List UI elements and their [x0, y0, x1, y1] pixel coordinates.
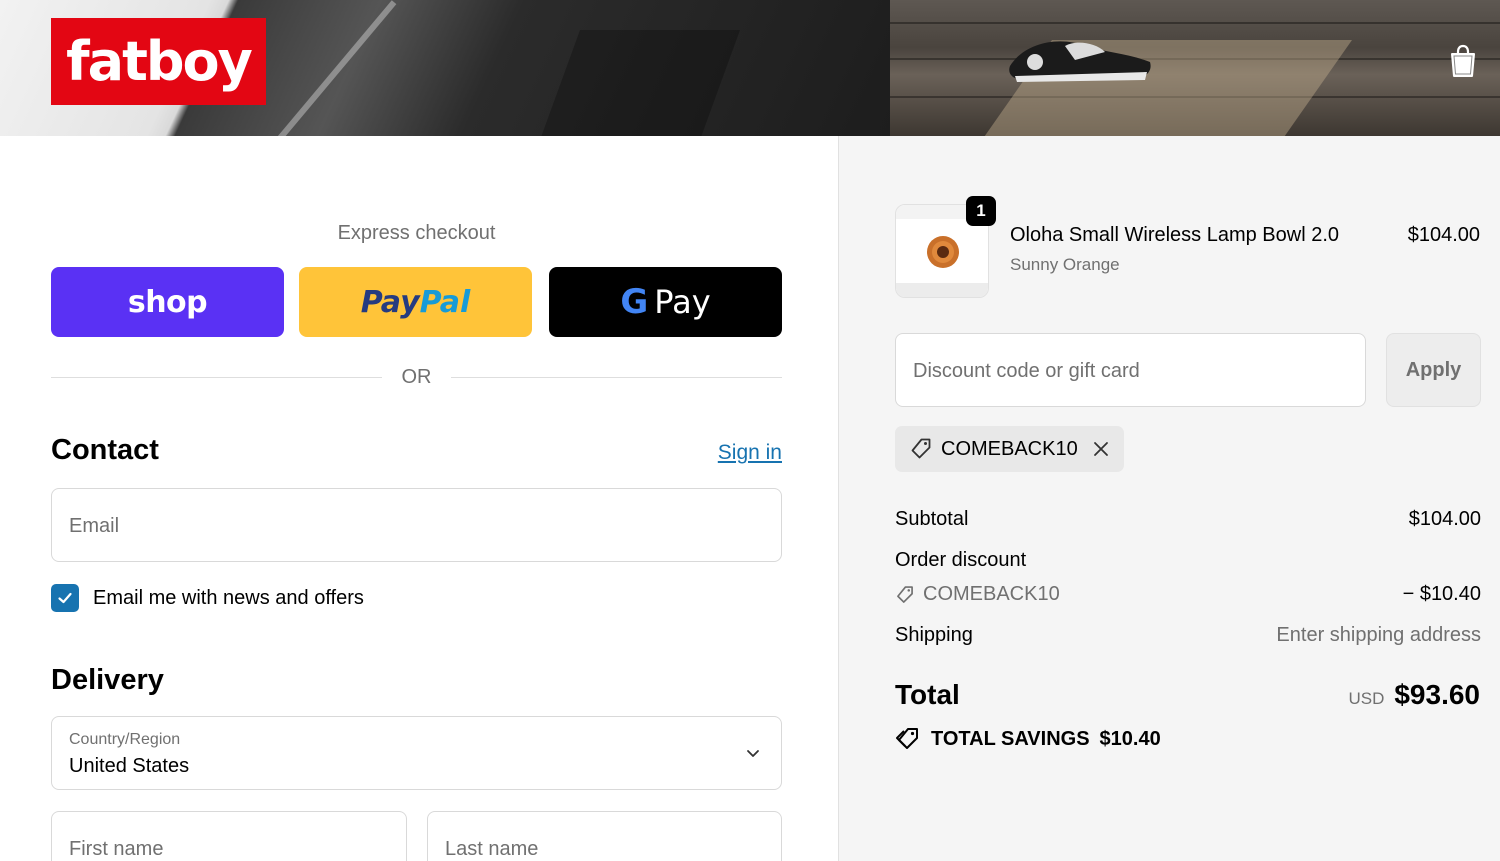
sign-in-link[interactable]: Sign in: [718, 441, 782, 465]
email-placeholder: Email: [69, 515, 120, 537]
logo-text: fatboy: [66, 30, 253, 93]
paypal-label-1: Pay: [360, 284, 420, 320]
currency-code: USD: [1348, 689, 1385, 708]
discount-code-label: COMEBACK10: [923, 583, 1060, 605]
country-label: Country/Region: [69, 731, 181, 748]
delivery-heading: Delivery: [51, 664, 164, 696]
apply-discount-button[interactable]: Apply: [1386, 333, 1481, 407]
subtotal-row: Subtotal $104.00: [895, 508, 1481, 531]
checkout-form: Express checkout shop Pay Pal G Pay OR Co…: [0, 136, 838, 861]
product-price: $104.00: [1407, 224, 1480, 246]
savings-label: TOTAL SAVINGS: [931, 727, 1090, 750]
discount-code-row: COMEBACK10 − $10.40: [895, 583, 1481, 606]
shop-pay-button[interactable]: shop: [51, 267, 284, 337]
sneaker-photo: [1009, 41, 1151, 82]
order-discount-label: Order discount: [895, 549, 1027, 571]
country-select[interactable]: Country/Region United States: [51, 716, 782, 790]
subtotal-value: $104.00: [1408, 508, 1481, 530]
email-field[interactable]: Email: [51, 488, 782, 562]
banner-image-right: [890, 0, 1500, 136]
checkmark-icon: [58, 592, 72, 604]
paypal-label-2: Pal: [419, 284, 471, 320]
savings-value: $10.40: [1099, 727, 1161, 750]
discount-code-input[interactable]: Discount code or gift card: [895, 333, 1366, 407]
first-name-field[interactable]: First name: [51, 811, 407, 861]
express-checkout-title: Express checkout: [337, 222, 496, 244]
or-divider: OR: [51, 366, 782, 390]
shipping-value: Enter shipping address: [1276, 624, 1481, 646]
or-label: OR: [401, 366, 432, 388]
contact-heading: Contact: [51, 434, 159, 466]
total-value-group: USD $93.60: [1348, 679, 1480, 711]
product-name: Oloha Small Wireless Lamp Bowl 2.0: [1010, 224, 1340, 246]
tag-icon: [897, 585, 913, 603]
shop-pay-label: shop: [127, 284, 208, 320]
chevron-down-icon: [747, 750, 759, 757]
quantity-badge: 1: [966, 196, 996, 226]
fatboy-logo[interactable]: fatboy: [51, 18, 266, 105]
google-pay-label: Pay: [654, 283, 711, 321]
order-summary: 1 Oloha Small Wireless Lamp Bowl 2.0 Sun…: [838, 136, 1500, 861]
header-banner: fatboy: [0, 0, 1500, 136]
last-name-field[interactable]: Last name: [427, 811, 782, 861]
newsletter-checkbox[interactable]: [51, 584, 79, 612]
close-icon[interactable]: [1092, 440, 1110, 458]
shipping-label: Shipping: [895, 624, 973, 646]
subtotal-label: Subtotal: [895, 508, 969, 530]
google-g-icon: G: [620, 282, 649, 322]
total-savings: TOTAL SAVINGS $10.40: [895, 726, 1161, 752]
first-name-placeholder: First name: [69, 838, 164, 860]
total-label: Total: [895, 679, 960, 710]
applied-code-text: COMEBACK10: [941, 437, 1078, 460]
product-variant: Sunny Orange: [1010, 255, 1120, 274]
last-name-placeholder: Last name: [445, 838, 539, 860]
shopping-bag-icon[interactable]: [1448, 44, 1478, 78]
applied-discount-tag: COMEBACK10: [895, 426, 1124, 472]
newsletter-option[interactable]: Email me with news and offers: [51, 584, 364, 612]
google-pay-button[interactable]: G Pay: [549, 267, 782, 337]
savings-tag-icon: [896, 728, 918, 749]
paypal-button[interactable]: Pay Pal: [299, 267, 532, 337]
lamp-product-image: [927, 236, 959, 268]
discount-value: − $10.40: [1402, 583, 1481, 605]
discount-placeholder: Discount code or gift card: [913, 360, 1140, 382]
total-value: $93.60: [1394, 679, 1480, 710]
tag-icon: [911, 438, 931, 459]
newsletter-label: Email me with news and offers: [93, 586, 364, 609]
country-value: United States: [69, 755, 190, 777]
order-discount-row: Order discount: [895, 549, 1481, 572]
shipping-row: Shipping Enter shipping address: [895, 624, 1481, 647]
